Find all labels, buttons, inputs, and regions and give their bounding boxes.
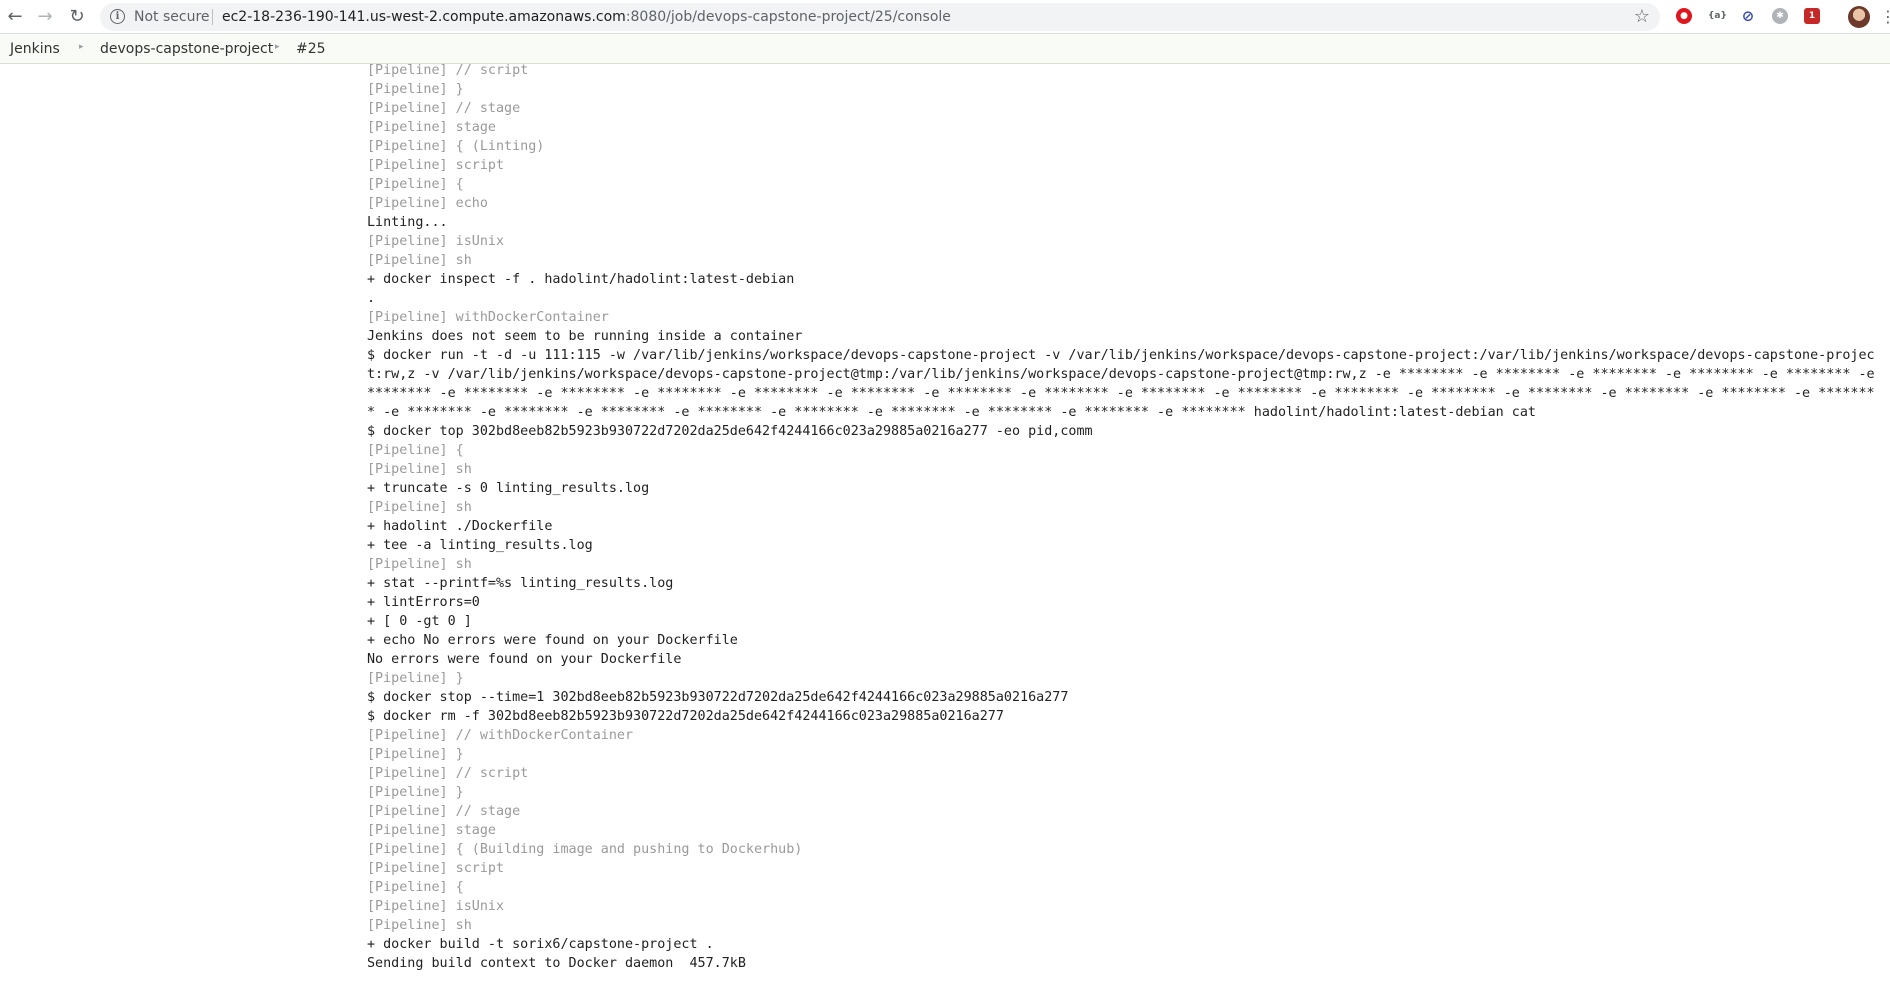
pipeline-log-line: [Pipeline] // stage xyxy=(367,101,521,116)
pipeline-log-line: [Pipeline] } xyxy=(367,785,464,800)
pipeline-log-line: [Pipeline] stage xyxy=(367,823,496,838)
pipeline-log-line: [Pipeline] // withDockerContainer xyxy=(367,728,634,743)
pipeline-log-line: [Pipeline] sh xyxy=(367,918,472,933)
console-log-line: No errors were found on your Dockerfile xyxy=(367,652,682,667)
console-output: [Pipeline] // script [Pipeline] } [Pipelin… xyxy=(367,61,1882,994)
profile-avatar[interactable] xyxy=(1848,6,1870,28)
browser-menu-icon[interactable]: ⋮ xyxy=(1880,6,1890,28)
pipeline-log-line: [Pipeline] { (Building image and pushing… xyxy=(367,842,803,857)
bookmark-star-icon[interactable]: ☆ xyxy=(1634,6,1650,27)
pipeline-log-line: [Pipeline] echo xyxy=(367,196,488,211)
pipeline-log-line: [Pipeline] withDockerContainer xyxy=(367,310,609,325)
pipeline-log-line: [Pipeline] isUnix xyxy=(367,899,505,914)
pipeline-log-line: [Pipeline] } xyxy=(367,82,464,97)
breadcrumb-job[interactable]: devops-capstone-project xyxy=(100,41,273,57)
console-log-line: $ docker stop --time=1 302bd8eeb82b5923b… xyxy=(367,690,1069,705)
console-log-line: $ docker top 302bd8eeb82b5923b930722d720… xyxy=(367,424,1093,439)
breadcrumb-arrow-icon[interactable]: ▸ xyxy=(79,42,84,52)
pipeline-log-line: [Pipeline] script xyxy=(367,158,505,173)
console-log-line: $ docker rm -f 302bd8eeb82b5923b930722d7… xyxy=(367,709,1004,724)
console-log-line: . xyxy=(367,291,376,306)
mail-badge-icon[interactable]: 1 xyxy=(1804,8,1820,24)
console-log-line: + docker inspect -f . hadolint/hadolint:… xyxy=(367,272,795,287)
reload-icon[interactable]: ↻ xyxy=(66,6,88,28)
opera-adblock-icon[interactable]: ● xyxy=(1676,8,1692,24)
pipeline-log-line: [Pipeline] } xyxy=(367,747,464,762)
breadcrumb-arrow-icon[interactable]: ▸ xyxy=(275,42,280,52)
address-bar[interactable]: i Not secure ec2-18-236-190-141.us-west-… xyxy=(100,3,1660,31)
pipeline-log-line: [Pipeline] sh xyxy=(367,462,472,477)
breadcrumb-build[interactable]: #25 xyxy=(296,41,326,57)
console-log-line: $ docker run -t -d -u 111:115 -w /var/li… xyxy=(367,348,1882,420)
browser-toolbar: ← → ↻ i Not secure ec2-18-236-190-141.us… xyxy=(0,0,1890,34)
grey-extension-icon[interactable]: ✱ xyxy=(1772,8,1788,24)
console-log-line: Linting... xyxy=(367,215,448,230)
block-icon[interactable]: ⊘ xyxy=(1740,8,1756,24)
console-log-line: + tee -a linting_results.log xyxy=(367,538,593,553)
pipeline-log-line: [Pipeline] // stage xyxy=(367,804,521,819)
console-log-line: + hadolint ./Dockerfile xyxy=(367,519,553,534)
info-icon[interactable]: i xyxy=(110,9,125,24)
pipeline-log-line: [Pipeline] { xyxy=(367,880,464,895)
pipeline-log-line: [Pipeline] { (Linting) xyxy=(367,139,545,154)
pipeline-log-line: [Pipeline] script xyxy=(367,861,505,876)
pipeline-log-line: [Pipeline] isUnix xyxy=(367,234,505,249)
pipeline-log-line: [Pipeline] sh xyxy=(367,253,472,268)
json-viewer-icon[interactable]: {a} xyxy=(1708,8,1727,24)
pipeline-log-line: [Pipeline] { xyxy=(367,177,464,192)
console-log-line: Sending build context to Docker daemon 4… xyxy=(367,956,746,971)
pipeline-log-line: [Pipeline] { xyxy=(367,443,464,458)
console-log-line: Jenkins does not seem to be running insi… xyxy=(367,329,803,344)
pipeline-log-line: [Pipeline] stage xyxy=(367,120,496,135)
pipeline-log-line: [Pipeline] // script xyxy=(367,766,529,781)
url-host: ec2-18-236-190-141.us-west-2.compute.ama… xyxy=(222,9,626,25)
console-log-line: + echo No errors were found on your Dock… xyxy=(367,633,738,648)
address-separator xyxy=(212,9,213,25)
url-path: :8080/job/devops-capstone-project/25/con… xyxy=(625,9,951,25)
console-log-line: + stat --printf=%s linting_results.log xyxy=(367,576,674,591)
breadcrumb-jenkins[interactable]: Jenkins xyxy=(10,41,60,57)
console-log-line: + docker build -t sorix6/capstone-projec… xyxy=(367,937,714,952)
back-arrow-icon[interactable]: ← xyxy=(4,6,26,28)
pipeline-log-line: [Pipeline] sh xyxy=(367,500,472,515)
forward-arrow-icon[interactable]: → xyxy=(34,6,56,28)
jenkins-breadcrumb: Jenkins ▸ devops-capstone-project ▸ #25 xyxy=(0,34,1890,64)
console-log-line: + truncate -s 0 linting_results.log xyxy=(367,481,650,496)
url-text[interactable]: ec2-18-236-190-141.us-west-2.compute.ama… xyxy=(222,9,951,25)
pipeline-log-line: [Pipeline] // script xyxy=(367,63,529,78)
security-label[interactable]: Not secure xyxy=(134,9,210,25)
console-log-line: + lintErrors=0 xyxy=(367,595,480,610)
console-log-line: + [ 0 -gt 0 ] xyxy=(367,614,472,629)
pipeline-log-line: [Pipeline] } xyxy=(367,671,464,686)
pipeline-log-line: [Pipeline] sh xyxy=(367,557,472,572)
